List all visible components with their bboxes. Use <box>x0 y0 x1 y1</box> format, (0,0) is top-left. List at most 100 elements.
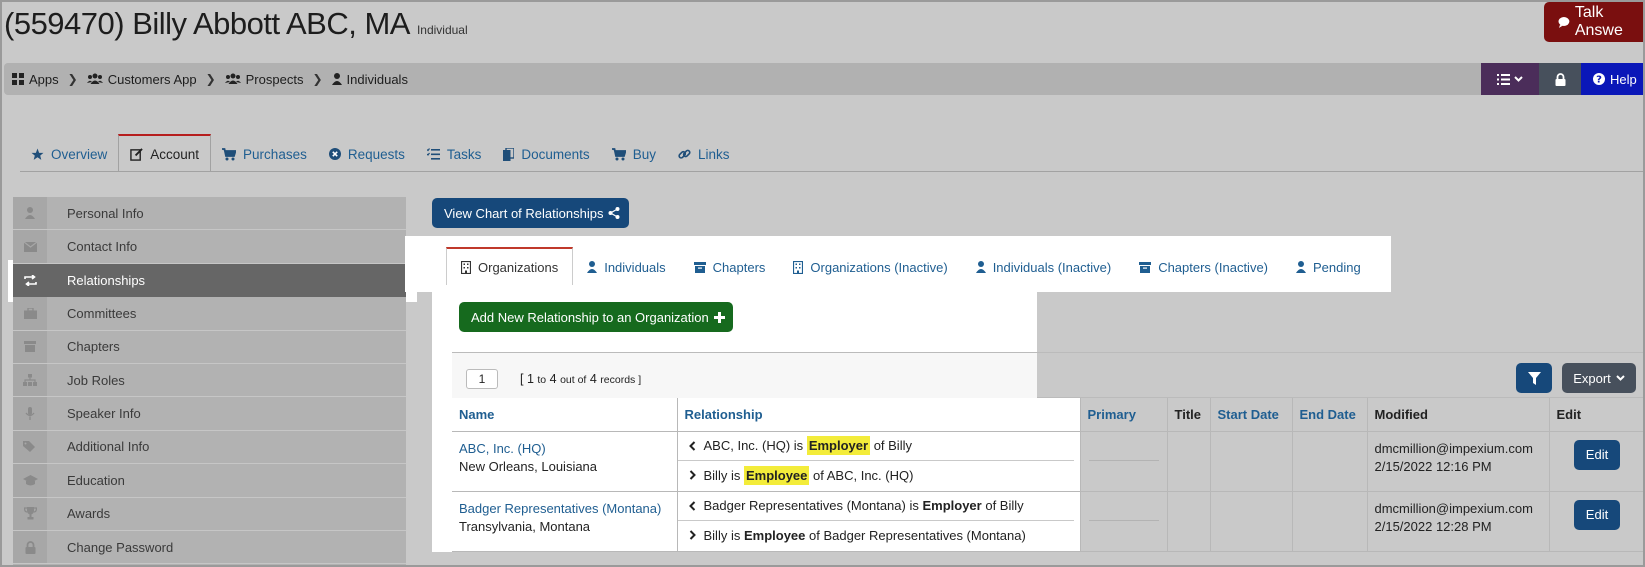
sidebar-item-contact-info[interactable]: Contact Info <box>13 230 406 264</box>
sidebar-item-chapters[interactable]: Chapters <box>13 330 406 364</box>
sidebar-item-committees[interactable]: Committees <box>13 297 406 331</box>
user-icon <box>587 261 598 273</box>
breadcrumb-prospects[interactable]: Prospects <box>224 72 303 87</box>
archive-icon <box>1139 261 1152 273</box>
end-date-cell <box>1292 431 1368 492</box>
tab-links[interactable]: Links <box>667 136 741 172</box>
tab-overview-label: Overview <box>51 146 108 162</box>
tab-overview[interactable]: Overview <box>20 136 118 172</box>
svg-text:?: ? <box>1596 75 1602 86</box>
breadcrumb-apps[interactable]: Apps <box>12 72 59 87</box>
organization-location: New Orleans, Louisiana <box>459 458 598 474</box>
records-mid: 4 <box>549 372 557 386</box>
organization-link[interactable]: ABC, Inc. (HQ) <box>459 441 546 456</box>
relationship-role: Employer <box>922 498 982 513</box>
users-icon <box>224 73 241 84</box>
breadcrumb-customers-app[interactable]: Customers App <box>86 72 197 87</box>
tab-requests[interactable]: Requests <box>318 136 416 172</box>
relationship-role: Employee <box>743 465 810 485</box>
tab-purchases-label: Purchases <box>243 146 307 162</box>
sidebar-item-label: Speaker Info <box>67 406 141 422</box>
sidebar-item-label: Committees <box>67 305 137 321</box>
page-number-input[interactable]: 1 <box>466 369 498 389</box>
sidebar-item-education[interactable]: Education <box>13 464 406 498</box>
tab-chapters-inactive[interactable]: Chapters (Inactive) <box>1125 249 1282 285</box>
filter-button[interactable] <box>1516 363 1552 393</box>
sidebar-item-change-password[interactable]: Change Password <box>13 530 406 565</box>
org-chart-icon <box>13 363 47 397</box>
relationship-line: Badger Representatives (Montana) is Empl… <box>677 492 1074 521</box>
relationship-subject: Billy is <box>703 467 741 483</box>
sidebar-item-speaker-info[interactable]: Speaker Info <box>13 397 406 431</box>
main-tabs: Overview Account Purchases Requests Task… <box>20 134 740 172</box>
relationship-object: of Billy <box>873 438 912 453</box>
chat-bubble-icon <box>1558 17 1570 28</box>
records-end: records ] <box>600 374 642 386</box>
relationship-role: Employer <box>806 436 871 455</box>
sidebar-item-label: Personal Info <box>67 205 144 221</box>
primary-cell <box>1080 491 1168 552</box>
column-header-relationship[interactable]: Relationship <box>677 398 1081 432</box>
lock-button[interactable] <box>1539 63 1581 95</box>
view-chart-of-relationships-button[interactable]: View Chart of Relationships <box>432 198 629 228</box>
breadcrumb-individuals[interactable]: Individuals <box>331 72 408 87</box>
tab-organizations-label: Organizations <box>478 259 559 275</box>
list-menu-button[interactable] <box>1481 63 1539 95</box>
sidebar-item-additional-info[interactable]: Additional Info <box>13 430 406 465</box>
table-row: ABC, Inc. (HQ) New Orleans, Louisiana AB… <box>452 431 1645 492</box>
name-cell: Badger Representatives (Montana) Transyl… <box>452 491 678 552</box>
organization-link[interactable]: Badger Representatives (Montana) <box>459 501 661 516</box>
tab-documents[interactable]: Documents <box>492 136 600 172</box>
tab-chapters-label: Chapters <box>712 259 766 275</box>
sidebar-item-relationships[interactable]: Relationships <box>13 264 406 297</box>
users-icon <box>86 73 103 84</box>
help-button[interactable]: ? Help <box>1581 63 1645 95</box>
column-header-name[interactable]: Name <box>452 398 678 432</box>
tab-individuals-inactive[interactable]: Individuals (Inactive) <box>962 249 1126 285</box>
archive-icon <box>693 261 706 273</box>
sidebar-item-label: Additional Info <box>67 439 150 455</box>
primary-divider <box>1088 519 1159 521</box>
sidebar-item-awards[interactable]: Awards <box>13 497 406 531</box>
add-relationship-button[interactable]: Add New Relationship to an Organization <box>459 302 733 332</box>
tab-chapters-inactive-label: Chapters (Inactive) <box>1158 259 1269 275</box>
user-icon <box>13 197 47 230</box>
relationship-role: Employee <box>743 527 806 543</box>
chevron-right-icon <box>689 470 696 480</box>
lock-icon <box>1555 72 1565 86</box>
column-header-start-date[interactable]: Start Date <box>1210 398 1293 432</box>
export-button[interactable]: Export <box>1562 363 1636 393</box>
tab-purchases[interactable]: Purchases <box>211 136 318 172</box>
edit-button[interactable]: Edit <box>1574 439 1620 470</box>
sidebar-item-label: Contact Info <box>67 239 138 255</box>
edit-button[interactable]: Edit <box>1574 499 1620 530</box>
column-header-primary[interactable]: Primary <box>1080 398 1168 432</box>
cart-icon <box>611 147 626 160</box>
relationship-line: ABC, Inc. (HQ) is Employer of Billy <box>677 432 1074 461</box>
tab-pending[interactable]: Pending <box>1282 249 1375 285</box>
sidebar-item-personal-info[interactable]: Personal Info <box>13 197 406 231</box>
column-header-modified: Modified <box>1367 398 1550 432</box>
tags-icon <box>13 430 47 464</box>
modified-by: dmcmillion@impexium.com <box>1374 440 1533 456</box>
envelope-icon <box>13 230 47 263</box>
records-outof: out of <box>560 374 587 386</box>
tab-tasks[interactable]: Tasks <box>416 136 493 172</box>
lock-icon <box>13 530 47 564</box>
tab-organizations-inactive[interactable]: Organizations (Inactive) <box>779 249 961 285</box>
chevron-right-icon: ❯ <box>312 72 323 86</box>
tab-account[interactable]: Account <box>118 134 212 172</box>
table-row: Badger Representatives (Montana) Transyl… <box>452 491 1645 552</box>
checklist-icon <box>426 148 440 160</box>
tab-chapters[interactable]: Chapters <box>680 249 780 285</box>
tab-individuals[interactable]: Individuals <box>573 249 679 285</box>
tab-buy[interactable]: Buy <box>601 136 667 172</box>
column-header-end-date[interactable]: End Date <box>1292 398 1368 432</box>
records-count: [ 1 to 4 out of 4 records ] <box>520 372 641 386</box>
breadcrumb-apps-label: Apps <box>29 71 59 87</box>
talk-answers-button[interactable]: Talk Answe <box>1544 2 1645 42</box>
relationship-object: of Badger Representatives (Montana) <box>809 527 1026 543</box>
tab-organizations[interactable]: Organizations <box>446 247 574 285</box>
sidebar-item-job-roles[interactable]: Job Roles <box>13 363 406 398</box>
relationship-cell: ABC, Inc. (HQ) is Employer of Billy Bill… <box>677 431 1081 492</box>
